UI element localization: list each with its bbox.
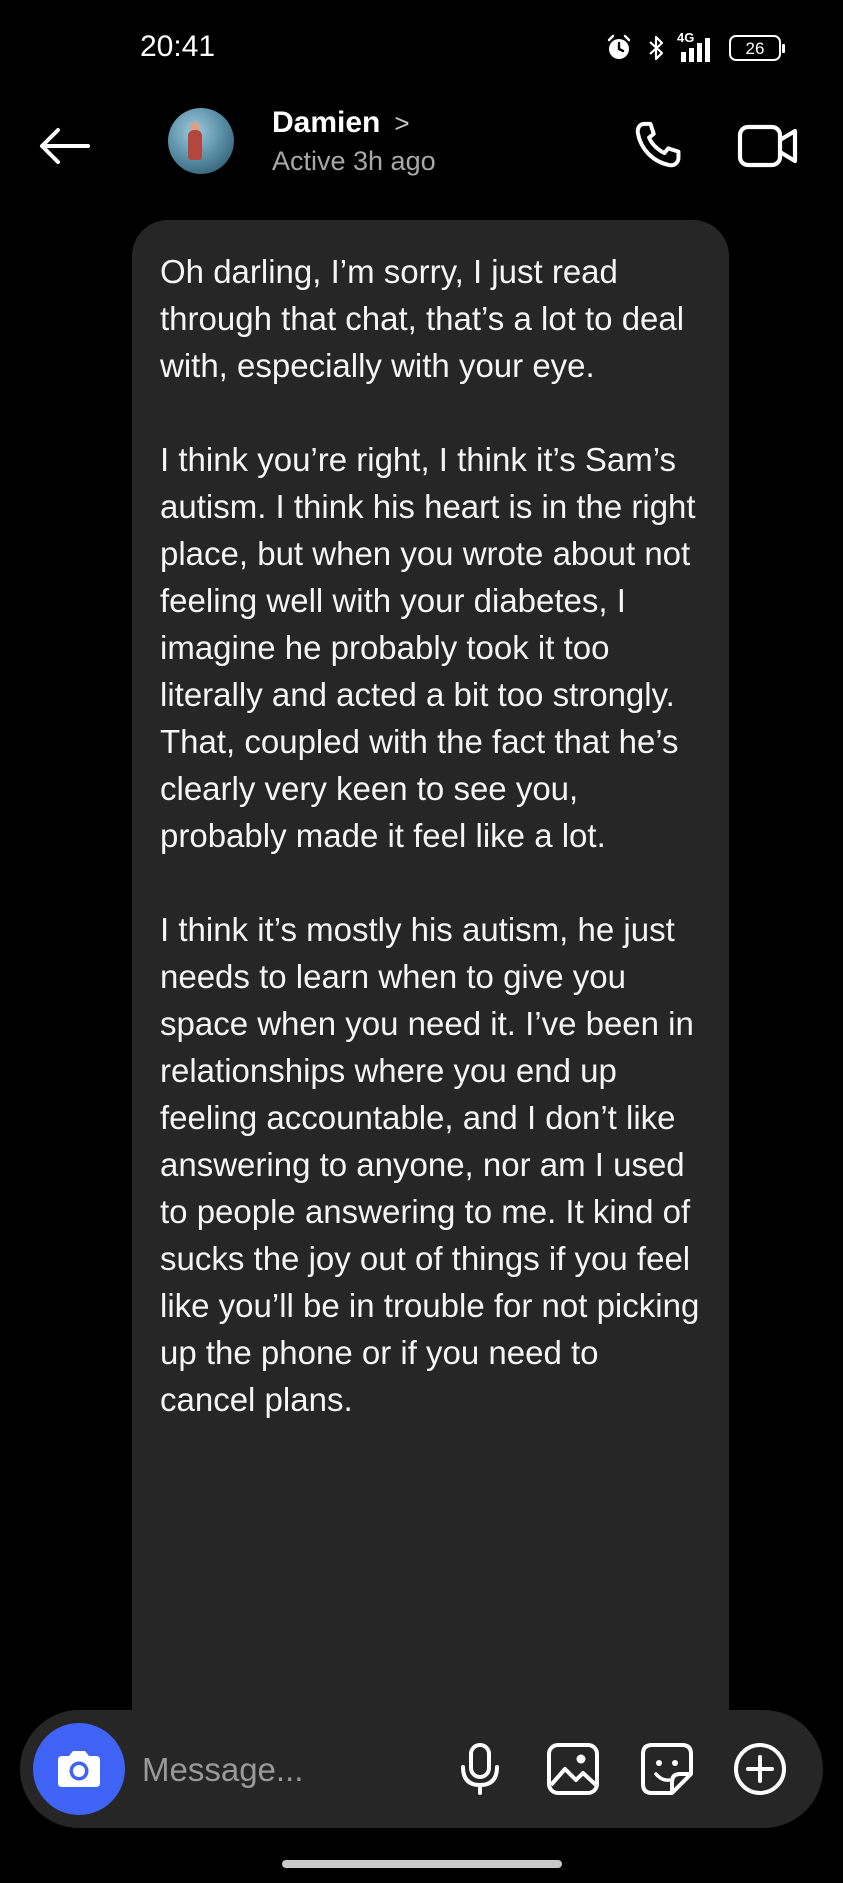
network-label: 4G <box>677 30 695 45</box>
status-bar: 20:41 4G 26 <box>0 0 843 100</box>
back-button[interactable] <box>32 114 96 178</box>
more-options-button[interactable] <box>730 1739 790 1799</box>
chat-area[interactable]: Oh darling, I’m sorry, I just read throu… <box>0 210 843 1710</box>
microphone-icon <box>461 1743 499 1795</box>
phone-icon <box>635 121 681 168</box>
contact-status: Active 3h ago <box>272 146 436 176</box>
avatar[interactable] <box>168 108 234 174</box>
voice-message-button[interactable] <box>450 1739 510 1799</box>
bluetooth-icon <box>647 34 665 62</box>
home-indicator[interactable] <box>282 1860 562 1868</box>
message-composer <box>20 1710 823 1828</box>
chevron-right-icon: > <box>394 107 410 138</box>
audio-call-button[interactable] <box>625 114 689 178</box>
video-camera-icon <box>737 124 798 168</box>
sticker-icon <box>641 1743 693 1795</box>
camera-button[interactable] <box>33 1723 125 1815</box>
sticker-button[interactable] <box>637 1739 697 1799</box>
message-bubble[interactable]: Oh darling, I’m sorry, I just read throu… <box>132 220 729 1710</box>
contact-name-row[interactable]: Damien > <box>272 106 410 140</box>
gallery-icon <box>547 1743 599 1795</box>
gallery-button[interactable] <box>543 1739 603 1799</box>
status-icons: 4G 26 <box>605 30 785 66</box>
alarm-icon <box>605 34 633 62</box>
video-call-button[interactable] <box>732 114 804 178</box>
camera-icon <box>58 1751 100 1787</box>
contact-name[interactable]: Damien <box>272 106 380 140</box>
message-paragraph: I think it’s mostly his autism, he just … <box>160 911 700 1418</box>
plus-icon <box>734 1743 786 1795</box>
battery-level: 26 <box>745 38 765 58</box>
chat-header: Damien > Active 3h ago <box>0 100 843 210</box>
battery-icon: 26 <box>729 35 785 61</box>
message-input[interactable] <box>140 1739 394 1801</box>
status-time: 20:41 <box>140 30 216 63</box>
back-arrow-icon <box>40 128 90 164</box>
signal-icon: 4G <box>677 30 715 62</box>
message-paragraph: I think you’re right, I think it’s Sam’s… <box>160 441 696 854</box>
message-paragraph: Oh darling, I’m sorry, I just read throu… <box>160 253 685 384</box>
chat-screen: 20:41 4G 26 Damien > Active 3h ago Oh da… <box>0 0 843 1883</box>
